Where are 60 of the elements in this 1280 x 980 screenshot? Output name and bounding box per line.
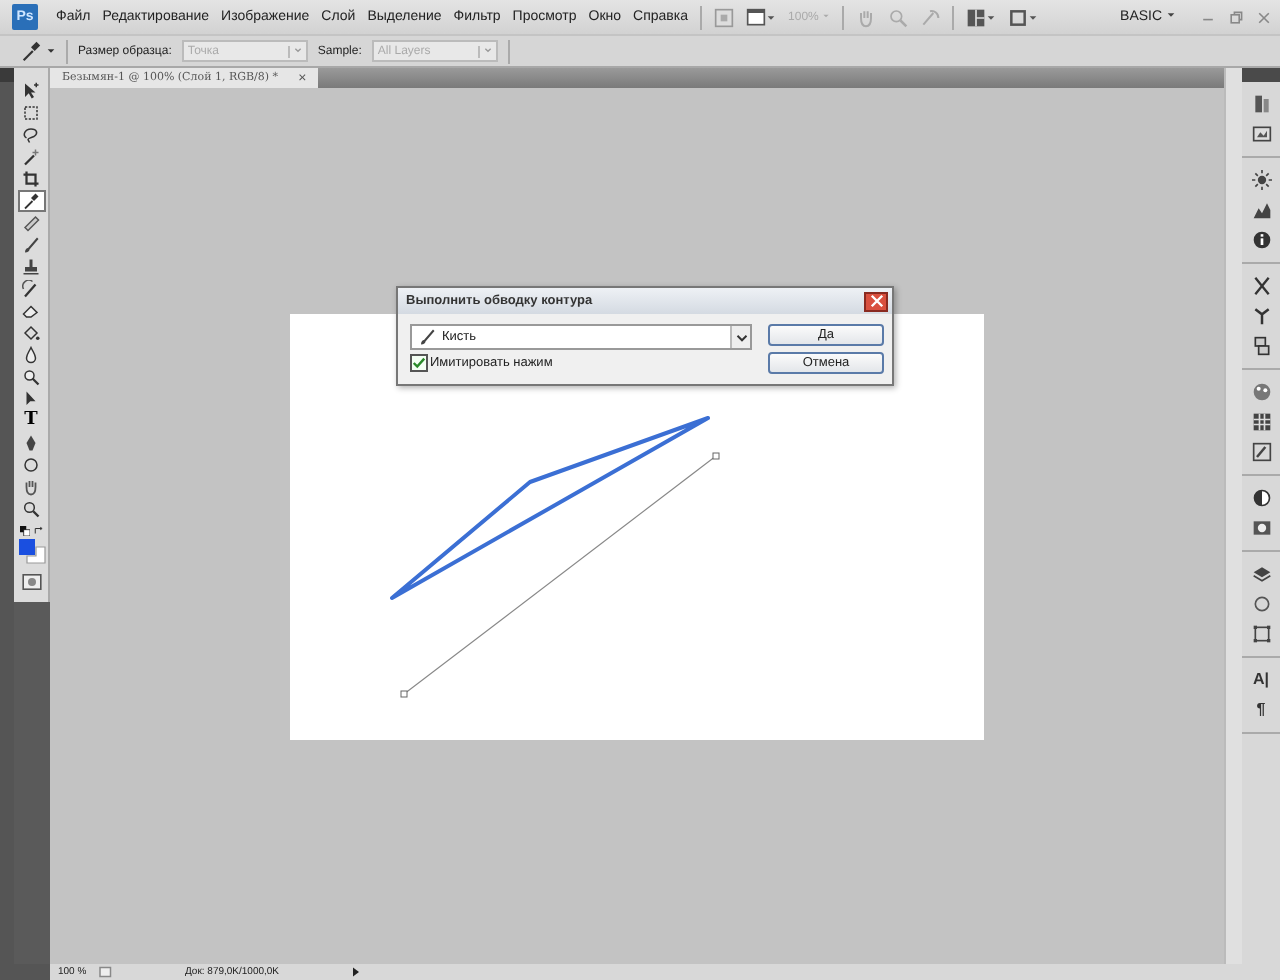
eraser-icon [22,302,40,320]
chevron-down-icon [483,45,492,53]
screen-frame-icon[interactable] [1008,7,1039,27]
bucket-icon [22,324,40,342]
default-colors-icon[interactable] [19,526,29,536]
panel-glyph-button[interactable]: ¶ [1256,700,1266,720]
play-arrow-icon[interactable] [350,966,362,978]
panel-glyph-button[interactable]: A| [1252,670,1269,690]
histogram-icon[interactable] [1251,200,1271,220]
mask-icon[interactable] [1251,518,1271,538]
chevron-down-icon [735,331,747,343]
screen-mode-icon[interactable] [746,7,777,27]
history-brush-icon [22,280,40,298]
bandage-icon [22,214,40,232]
pen-icon [22,434,40,452]
close-icon [869,294,883,308]
caret-icon[interactable] [46,46,56,56]
panel-icon[interactable] [1251,94,1271,114]
dashed-square-icon [22,104,40,122]
brush-icon [22,236,40,254]
panel-header [1242,68,1280,82]
brush-icon [418,328,436,346]
hand-icon [22,478,40,496]
move-arrow-icon [22,82,40,100]
eyedropper-icon[interactable] [20,40,42,62]
stamp-icon [22,258,40,276]
restore-icon[interactable] [1228,9,1244,25]
palette-icon[interactable] [1251,382,1271,402]
transform-icon[interactable] [1251,624,1271,644]
tool-button[interactable] [17,190,45,212]
lasso-icon [22,126,40,144]
half-circle-icon[interactable] [1251,488,1271,508]
image-frame-icon[interactable] [1251,124,1271,144]
layers-icon[interactable] [1251,564,1271,584]
scissors-icon[interactable] [1251,276,1271,296]
ring-icon[interactable] [1251,594,1271,614]
eyedropper-icon [22,192,40,210]
tool-button[interactable]: T [17,410,45,432]
close-button[interactable] [864,291,888,311]
arrange-documents-icon[interactable] [966,7,997,27]
close-icon[interactable] [1256,9,1272,25]
brush-frame-icon[interactable] [1251,442,1271,462]
background-color-swatch[interactable] [25,546,45,564]
wand-icon [22,148,40,166]
magnifier-icon [22,500,40,518]
document-icon[interactable] [98,966,114,978]
caret-icon [1166,10,1176,20]
crop-icon [22,170,40,188]
foreground-color-swatch[interactable] [18,539,34,555]
grid-icon[interactable] [1251,412,1271,432]
ellipse-icon [22,456,40,474]
quick-mask-icon[interactable] [21,574,41,590]
pointer-icon [22,390,40,408]
checkbox[interactable] [410,354,428,372]
sun-icon[interactable] [1251,170,1271,190]
drop-icon [22,346,40,364]
chevron-down-icon [293,45,302,53]
panel-header [0,68,14,82]
info-icon[interactable] [1251,230,1271,250]
swap-arrow-icon[interactable] [33,526,43,536]
